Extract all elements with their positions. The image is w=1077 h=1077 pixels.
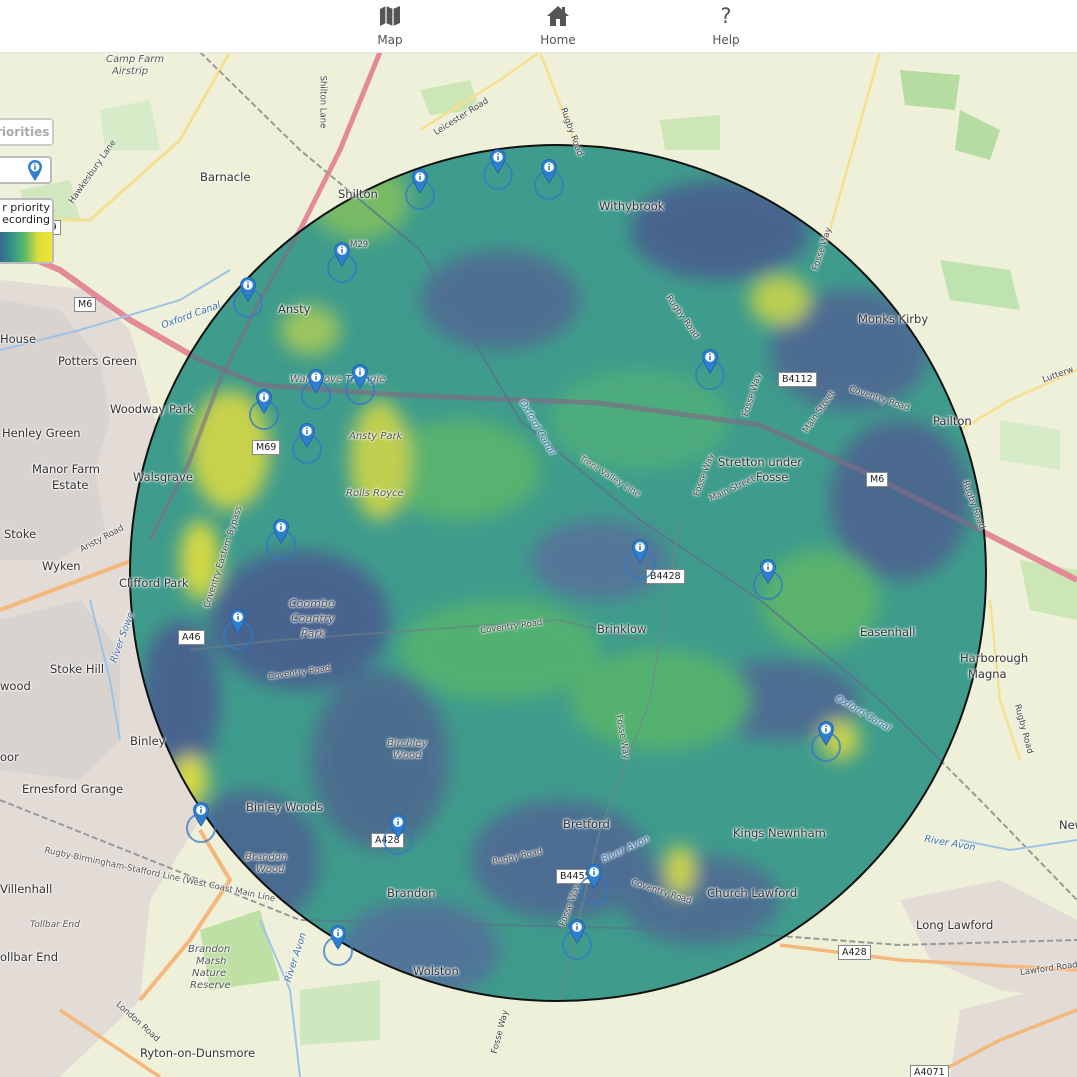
- info-marker-icon[interactable]: [307, 368, 325, 394]
- marker-toggle-button[interactable]: [0, 156, 52, 184]
- info-marker-icon[interactable]: [585, 863, 603, 889]
- info-marker-icon[interactable]: [759, 558, 777, 584]
- priorities-label: riorities: [0, 125, 50, 139]
- nav-item-home[interactable]: Home: [513, 4, 603, 48]
- info-marker-icon[interactable]: [255, 388, 273, 414]
- road-shield-m6-east: M6: [866, 472, 889, 487]
- nav-item-map[interactable]: Map: [345, 4, 435, 48]
- map-icon: [380, 6, 400, 26]
- map-view[interactable]: Barnacle Shilton Withybrook Ansty Monks …: [0, 52, 1077, 1077]
- road-shield-m6: M6: [74, 297, 97, 312]
- legend-text-line2: ecording: [2, 213, 50, 226]
- info-marker-icon[interactable]: [333, 241, 351, 267]
- nav-label-help: Help: [712, 33, 740, 47]
- info-marker-icon[interactable]: [817, 720, 835, 746]
- map-base: [0, 52, 1077, 1077]
- info-marker-icon[interactable]: [540, 158, 558, 184]
- road-shield-m69: M69: [252, 440, 281, 455]
- priorities-button[interactable]: riorities: [0, 118, 54, 146]
- road-shield-b4112: B4112: [778, 372, 817, 387]
- road-shield-a4071: A4071: [910, 1065, 949, 1077]
- nav-item-help[interactable]: ? Help: [681, 4, 771, 48]
- top-navigation: Map Home ? Help: [0, 0, 1077, 53]
- info-marker-icon[interactable]: [192, 801, 210, 827]
- info-marker-icon[interactable]: [351, 363, 369, 389]
- info-marker-icon[interactable]: [568, 918, 586, 944]
- info-marker-icon[interactable]: [631, 538, 649, 564]
- road-shield-a46: A46: [178, 630, 205, 645]
- legend-color-bar: [0, 232, 52, 262]
- info-marker-icon[interactable]: [489, 148, 507, 174]
- help-icon: ?: [720, 4, 732, 28]
- info-marker-icon[interactable]: [389, 813, 407, 839]
- info-marker-icon[interactable]: [701, 348, 719, 374]
- info-marker-icon[interactable]: [239, 276, 257, 302]
- priority-legend: r priority ecording: [0, 198, 54, 264]
- road-shield-a428-east: A428: [838, 945, 871, 960]
- info-marker-icon[interactable]: [229, 608, 247, 634]
- nav-label-home: Home: [540, 33, 576, 47]
- home-icon: [547, 6, 569, 26]
- info-marker-icon: [28, 160, 42, 181]
- info-marker-icon[interactable]: [411, 168, 429, 194]
- info-marker-icon[interactable]: [272, 518, 290, 544]
- info-marker-icon[interactable]: [298, 422, 316, 448]
- info-marker-icon[interactable]: [329, 924, 347, 950]
- nav-label-map: Map: [377, 33, 403, 47]
